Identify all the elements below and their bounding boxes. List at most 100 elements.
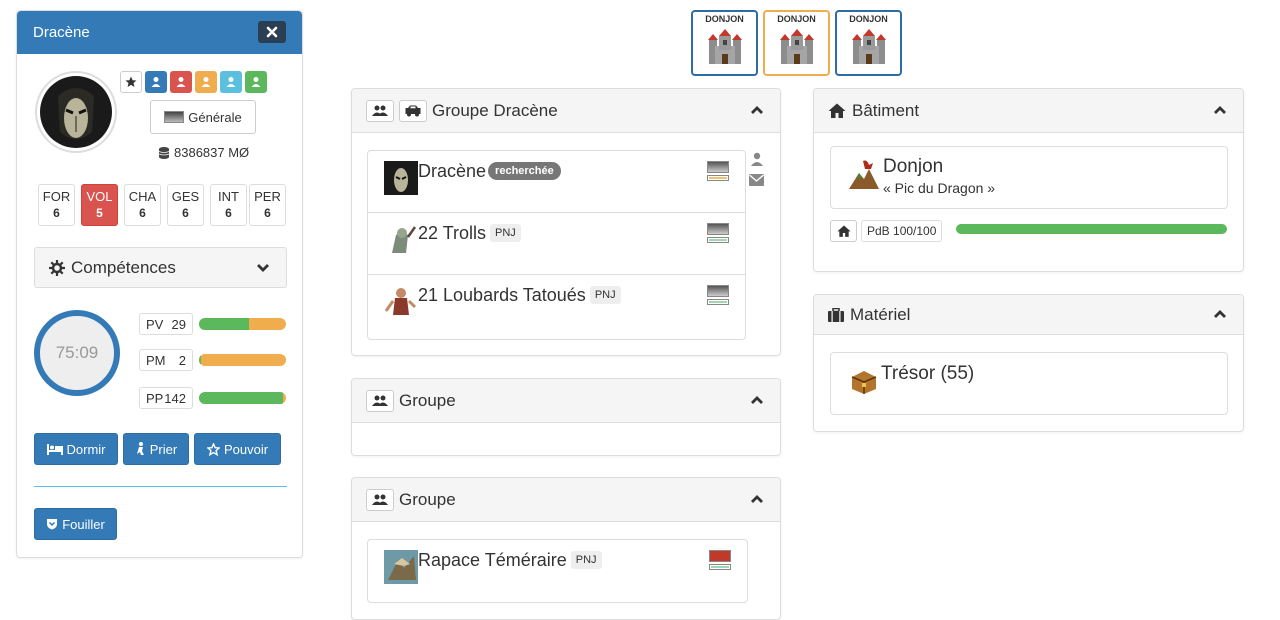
group-member-list-1: Dracène recherchée 22 Trolls PNJ 21 Loubards… — [367, 150, 746, 340]
dungeon-button-1[interactable]: DONJON — [691, 10, 758, 76]
car-icon — [405, 105, 421, 116]
member-gauge-fill — [709, 301, 727, 303]
group-member-row[interactable]: 21 Loubards Tatoués PNJ — [368, 275, 745, 337]
general-gauge-icon — [164, 111, 185, 123]
general-button[interactable]: Générale — [150, 100, 256, 134]
group-member-row[interactable]: Rapace Téméraire PNJ — [368, 540, 747, 602]
gauge-value: 142 — [164, 390, 186, 406]
stat-vol[interactable]: VOL 5 — [81, 184, 118, 226]
bed-icon — [46, 443, 63, 455]
users-icon — [372, 494, 388, 505]
power-label: Pouvoir — [223, 441, 269, 457]
gear-icon — [49, 259, 65, 276]
group-header-1[interactable]: Groupe Dracène — [352, 89, 780, 133]
building-subtitle: « Pic du Dragon » — [883, 180, 996, 196]
group-header-3[interactable]: Groupe — [352, 478, 780, 522]
member-name[interactable]: 22 Trolls — [418, 223, 486, 243]
member-gauge-bottom — [709, 564, 731, 570]
equipment-header[interactable]: Matériel — [814, 295, 1243, 335]
stat-ges[interactable]: GES 6 — [167, 184, 204, 226]
stat-label: CHA — [128, 189, 157, 204]
equipment-panel: Matériel Trésor (55) — [813, 294, 1244, 432]
star-outline-icon — [206, 442, 220, 456]
divider — [34, 486, 287, 487]
building-name: Donjon — [883, 156, 944, 177]
power-button[interactable]: Pouvoir — [194, 433, 281, 465]
group-title-3: Groupe — [399, 489, 456, 509]
dungeon-button-3[interactable]: DONJON — [835, 10, 902, 76]
star-icon — [125, 76, 137, 87]
group-members-button[interactable] — [366, 488, 394, 511]
gauge-name: PP — [146, 390, 164, 406]
member-gauge-fill — [709, 177, 727, 179]
member-name-wrap: Rapace Téméraire PNJ — [418, 550, 602, 571]
member-name[interactable]: 21 Loubards Tatoués — [418, 285, 586, 305]
chevron-up-icon[interactable] — [1213, 307, 1227, 321]
coins-icon — [158, 146, 170, 159]
group-header-2[interactable]: Groupe — [352, 379, 780, 423]
chevron-up-icon[interactable] — [750, 393, 764, 407]
gauge-label-pv: PV 29 — [139, 313, 193, 335]
gauge-name: PM — [146, 352, 166, 368]
member-gauge-bottom — [707, 237, 729, 243]
building-home-button[interactable] — [830, 220, 857, 242]
member-bird-icon — [384, 550, 418, 584]
stat-cha[interactable]: CHA 6 — [124, 184, 161, 226]
pray-button[interactable]: Prier — [123, 433, 189, 465]
stat-int[interactable]: INT 6 — [210, 184, 247, 226]
dungeon-label: DONJON — [849, 14, 888, 24]
stat-value: 6 — [225, 206, 232, 220]
member-gauge-top — [709, 550, 731, 562]
stat-value: 6 — [53, 206, 60, 220]
building-panel: Bâtiment Donjon « Pic du Dragon » PdB 10… — [813, 88, 1244, 272]
general-label: Générale — [188, 109, 242, 125]
users-icon — [372, 105, 388, 116]
equipment-card[interactable]: Trésor (55) — [830, 352, 1228, 415]
gold-amount: 8386837 MØ — [174, 145, 250, 160]
stat-label: PER — [254, 189, 281, 204]
gauge-bar-pm — [199, 354, 286, 366]
member-gauge-fill — [711, 566, 729, 568]
member-name[interactable]: Rapace Téméraire — [418, 550, 567, 570]
group-member-row[interactable]: 22 Trolls PNJ — [368, 213, 745, 275]
member-status-gauge — [709, 550, 731, 580]
sleep-button[interactable]: Dormir — [34, 433, 118, 465]
stat-value: 5 — [96, 206, 103, 220]
stat-value: 6 — [182, 206, 189, 220]
building-card[interactable]: Donjon « Pic du Dragon » — [830, 146, 1228, 209]
stat-per[interactable]: PER 6 — [249, 184, 286, 226]
avatar — [35, 71, 117, 153]
member-gauge-top — [707, 285, 729, 297]
group-members-button[interactable] — [366, 99, 394, 122]
dungeon-button-2[interactable]: DONJON — [763, 10, 830, 76]
group-member-row[interactable]: Dracène recherchée — [368, 151, 745, 213]
skills-toggle[interactable]: Compétences — [34, 247, 287, 288]
group-color-green[interactable] — [245, 71, 267, 93]
group-vehicle-button[interactable] — [399, 99, 427, 122]
group-color-red[interactable] — [170, 71, 192, 93]
building-header[interactable]: Bâtiment — [814, 89, 1243, 133]
favorite-button[interactable] — [120, 71, 142, 93]
search-button[interactable]: Fouiller — [34, 508, 117, 540]
chevron-up-icon[interactable] — [750, 492, 764, 506]
pray-label: Prier — [149, 441, 178, 457]
group-members-button[interactable] — [366, 389, 394, 412]
group-color-blue[interactable] — [145, 71, 167, 93]
close-button[interactable] — [258, 21, 286, 43]
member-name[interactable]: Dracène — [418, 161, 486, 181]
stat-label: FOR — [42, 189, 71, 204]
member-status-gauge — [707, 285, 729, 315]
gauge-label-pp: PP 142 — [139, 387, 193, 409]
wanted-badge: recherchée — [488, 162, 561, 180]
group-color-orange[interactable] — [195, 71, 217, 93]
chevron-up-icon[interactable] — [750, 103, 764, 117]
pdb-label: PdB 100/100 — [861, 220, 943, 242]
envelope-icon[interactable] — [749, 174, 764, 186]
chevron-up-icon[interactable] — [1213, 103, 1227, 117]
home-icon — [836, 225, 851, 237]
user-icon[interactable] — [750, 152, 764, 166]
gold-display: 8386837 MØ — [157, 145, 249, 160]
group-color-cyan[interactable] — [220, 71, 242, 93]
stat-for[interactable]: FOR 6 — [38, 184, 75, 226]
gauge-fill — [199, 392, 284, 404]
